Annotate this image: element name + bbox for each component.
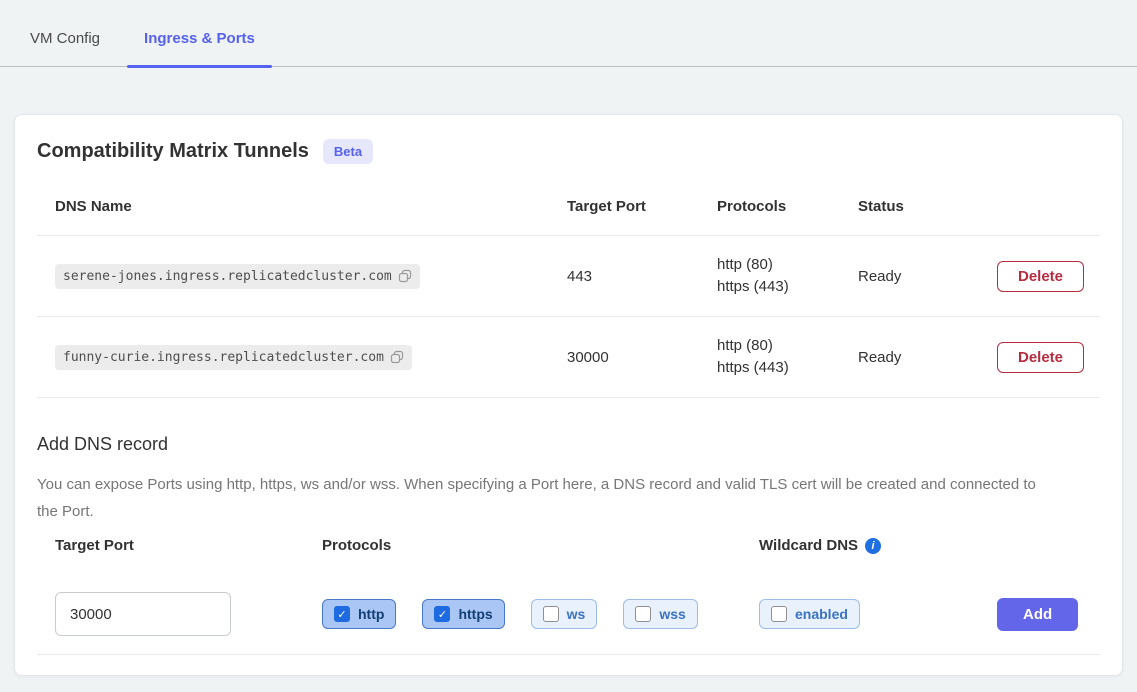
card-title: Compatibility Matrix Tunnels: [37, 140, 309, 163]
table-row: serene-jones.ingress.replicatedcluster.c…: [37, 236, 1100, 317]
form-control-row: http https ws wss enabled: [37, 592, 1100, 636]
checkbox-box: [771, 606, 787, 622]
checkbox-box: [334, 606, 350, 622]
checkbox-box: [434, 606, 450, 622]
beta-badge: Beta: [323, 139, 373, 164]
checkbox-wildcard-enabled[interactable]: enabled: [759, 599, 860, 629]
tab-bar: VM Config Ingress & Ports: [0, 0, 1137, 67]
info-icon[interactable]: i: [865, 538, 881, 554]
tunnels-table: DNS Name Target Port Protocols Status se…: [37, 198, 1100, 398]
status-cell: Ready: [858, 349, 997, 366]
checkbox-http[interactable]: http: [322, 599, 396, 629]
protocols-cell: http (80) https (443): [717, 335, 858, 379]
column-header-protocols: Protocols: [717, 198, 858, 215]
checkbox-ws[interactable]: ws: [531, 599, 598, 629]
checkbox-box: [635, 606, 651, 622]
dns-name-text: funny-curie.ingress.replicatedcluster.co…: [63, 350, 384, 365]
target-port-cell: 30000: [567, 349, 717, 366]
label-target-port: Target Port: [55, 537, 322, 554]
checkbox-wss[interactable]: wss: [623, 599, 697, 629]
add-dns-description: You can expose Ports using http, https, …: [37, 471, 1052, 525]
tunnels-card: Compatibility Matrix Tunnels Beta DNS Na…: [14, 114, 1123, 676]
card-bottom-divider: [37, 654, 1100, 655]
status-cell: Ready: [858, 268, 997, 285]
column-header-dns-name: DNS Name: [55, 198, 567, 215]
label-protocols: Protocols: [322, 537, 759, 554]
delete-button[interactable]: Delete: [997, 342, 1084, 373]
card-header: Compatibility Matrix Tunnels Beta: [37, 139, 1100, 164]
add-button[interactable]: Add: [997, 598, 1078, 631]
table-row: funny-curie.ingress.replicatedcluster.co…: [37, 317, 1100, 398]
dns-name-pill: funny-curie.ingress.replicatedcluster.co…: [55, 345, 412, 370]
copy-icon[interactable]: [390, 350, 404, 364]
column-header-target-port: Target Port: [567, 198, 717, 215]
add-dns-record-heading: Add DNS record: [37, 434, 1100, 455]
tab-ingress-ports[interactable]: Ingress & Ports: [127, 30, 272, 66]
dns-name-pill: serene-jones.ingress.replicatedcluster.c…: [55, 264, 420, 289]
checkbox-box: [543, 606, 559, 622]
table-header-row: DNS Name Target Port Protocols Status: [37, 198, 1100, 236]
target-port-cell: 443: [567, 268, 717, 285]
column-header-status: Status: [858, 198, 997, 215]
protocols-cell: http (80) https (443): [717, 254, 858, 298]
checkbox-https[interactable]: https: [422, 599, 504, 629]
target-port-input[interactable]: [55, 592, 231, 636]
copy-icon[interactable]: [398, 269, 412, 283]
page: VM Config Ingress & Ports Compatibility …: [0, 0, 1137, 692]
tab-vm-config[interactable]: VM Config: [30, 30, 100, 66]
dns-name-text: serene-jones.ingress.replicatedcluster.c…: [63, 269, 392, 284]
form-label-row: Target Port Protocols Wildcard DNS i: [37, 537, 1100, 554]
delete-button[interactable]: Delete: [997, 261, 1084, 292]
label-wildcard-dns: Wildcard DNS: [759, 537, 858, 554]
protocol-checkbox-group: http https ws wss: [322, 599, 759, 629]
